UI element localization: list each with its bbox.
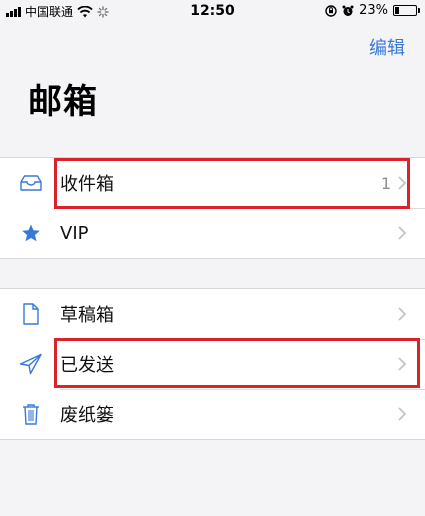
mailbox-group-secondary: 草稿箱 已发送 废纸篓 [0, 288, 425, 440]
status-right: 23% [325, 3, 420, 18]
page-title: 邮箱 [28, 82, 98, 122]
rotation-lock-icon [325, 4, 337, 17]
battery-icon [393, 5, 420, 16]
mailbox-label: 草稿箱 [60, 305, 114, 326]
battery-percent: 23% [359, 3, 388, 18]
star-icon [18, 220, 44, 246]
mailbox-row-sent[interactable]: 已发送 [0, 339, 425, 389]
paper-plane-icon [18, 351, 44, 377]
alarm-icon [342, 5, 354, 16]
mailbox-label: 已发送 [60, 355, 114, 376]
chevron-right-icon [398, 357, 407, 371]
mail-app-screen: 中国联通 12:50 23% 编辑 邮箱 收件箱 1 VIP 草稿箱 已发送 废… [0, 0, 425, 516]
battery-fill [395, 7, 399, 14]
chevron-right-icon [398, 226, 407, 240]
mailbox-row-vip[interactable]: VIP [0, 208, 425, 258]
mailbox-label: VIP [60, 222, 89, 244]
chevron-right-icon [398, 307, 407, 321]
trash-icon [18, 401, 44, 427]
chevron-right-icon [398, 407, 407, 421]
mailbox-group-primary: 收件箱 1 VIP [0, 157, 425, 259]
tray-icon [18, 170, 44, 196]
document-icon [18, 301, 44, 327]
mailbox-label: 收件箱 [60, 174, 114, 195]
unread-count: 1 [380, 173, 391, 193]
edit-button[interactable]: 编辑 [369, 34, 405, 60]
mailbox-label: 废纸篓 [60, 405, 114, 426]
mailbox-row-inbox[interactable]: 收件箱 1 [0, 158, 425, 208]
mailbox-row-drafts[interactable]: 草稿箱 [0, 289, 425, 339]
chevron-right-icon [398, 176, 407, 190]
mailbox-row-trash[interactable]: 废纸篓 [0, 389, 425, 439]
status-bar: 中国联通 12:50 23% [0, 0, 425, 22]
